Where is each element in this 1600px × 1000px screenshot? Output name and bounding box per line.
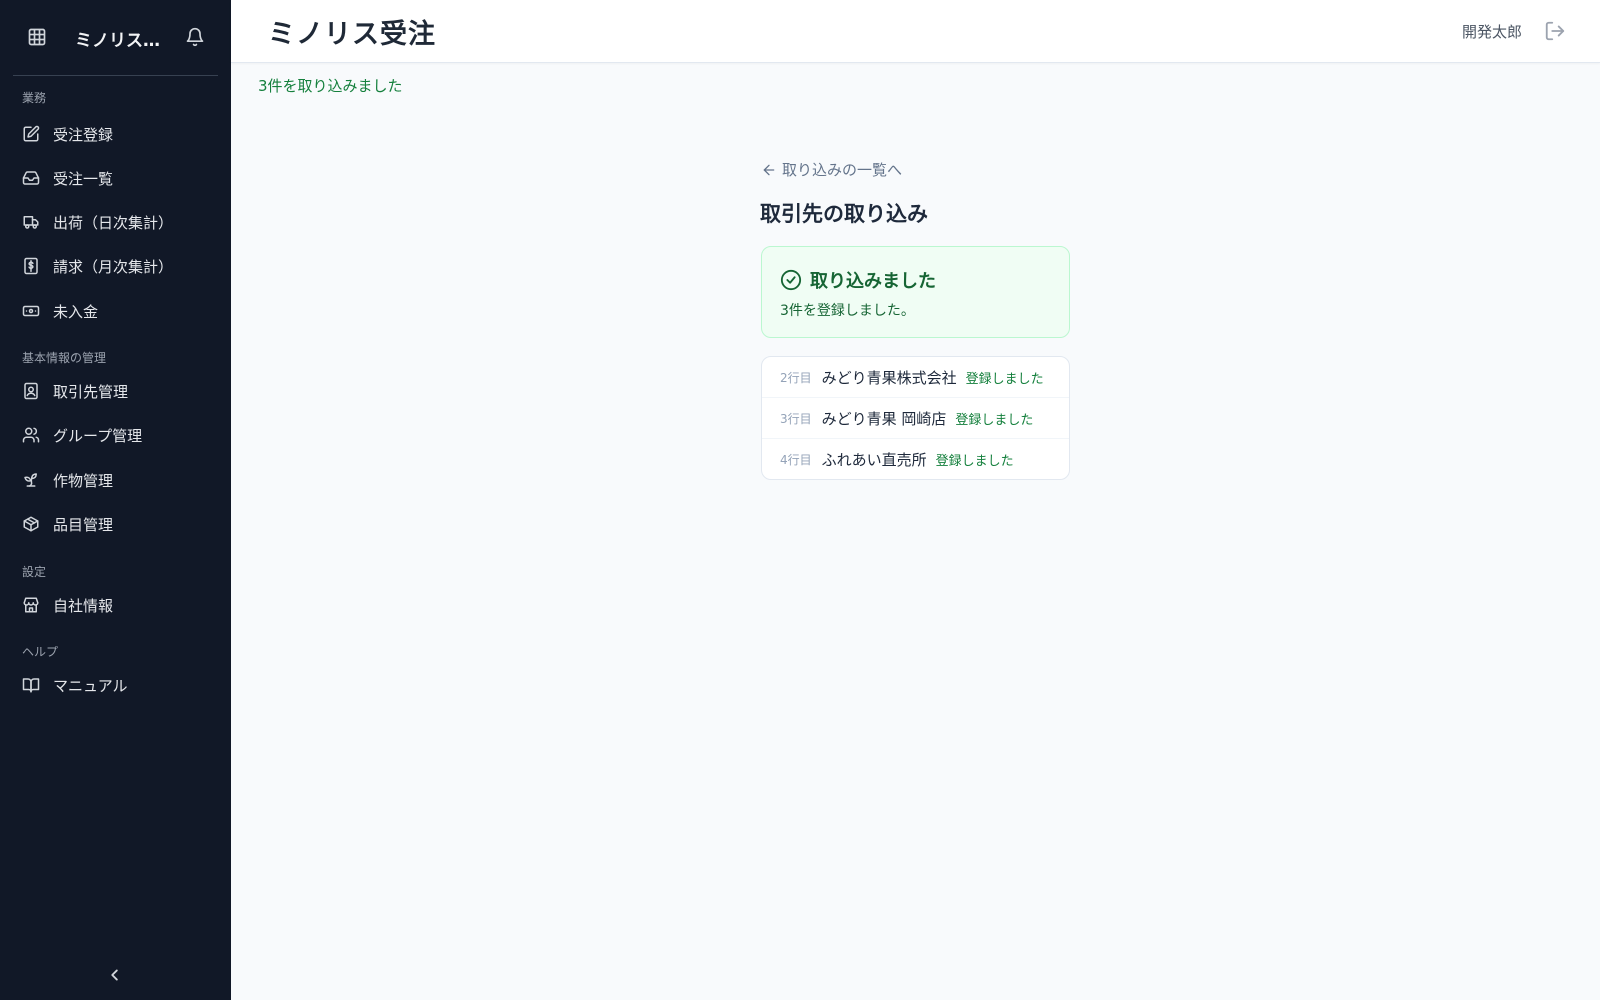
back-link[interactable]: 取り込みの一覧へ bbox=[761, 159, 902, 180]
book-icon bbox=[22, 678, 40, 693]
success-alert: 取り込みました 3件を登録しました。 bbox=[761, 246, 1070, 338]
sidebar-item-label: グループ管理 bbox=[53, 426, 143, 445]
section-label-settings: 設定 bbox=[22, 565, 47, 579]
sidebar-item-label: マニュアル bbox=[53, 676, 128, 695]
contact-icon bbox=[24, 382, 38, 400]
page-title: 取引先の取り込み bbox=[760, 202, 928, 226]
row-number: 3行目 bbox=[780, 411, 812, 426]
sidebar-item-order-list[interactable]: 受注一覧 bbox=[12, 159, 219, 197]
section-label-master: 基本情報の管理 bbox=[22, 351, 107, 365]
check-circle-icon bbox=[780, 269, 802, 291]
arrow-left-icon bbox=[763, 164, 775, 175]
bell-icon[interactable] bbox=[185, 27, 205, 47]
sidebar-item-label: 受注登録 bbox=[53, 125, 114, 144]
sidebar-item-groups[interactable]: グループ管理 bbox=[12, 416, 219, 454]
sidebar-item-label: 自社情報 bbox=[53, 596, 114, 615]
section-label-business: 業務 bbox=[22, 91, 47, 105]
list-item: 2行目 みどり青果株式会社 登録しました bbox=[762, 357, 1069, 398]
sidebar-item-shipping[interactable]: 出荷（日次集計） bbox=[12, 203, 219, 241]
list-item: 4行目 ふれあい直売所 登録しました bbox=[762, 439, 1069, 479]
back-link-label: 取り込みの一覧へ bbox=[782, 161, 903, 179]
section-label-help: ヘルプ bbox=[22, 645, 59, 659]
sidebar-item-billing[interactable]: 請求（月次集計） bbox=[12, 247, 219, 285]
collapse-sidebar-icon[interactable] bbox=[104, 964, 126, 986]
sidebar-item-unpaid[interactable]: 未入金 bbox=[12, 292, 219, 330]
edit-icon bbox=[23, 125, 40, 142]
sidebar-item-products[interactable]: 品目管理 bbox=[12, 505, 219, 543]
sidebar-item-label: 取引先管理 bbox=[53, 382, 129, 401]
row-number: 2行目 bbox=[780, 370, 812, 385]
list-item: 3行目 みどり青果 岡崎店 登録しました bbox=[762, 398, 1069, 439]
top-header: ミノリス受注 開発太郎 bbox=[231, 0, 1600, 63]
success-alert-message: 3件を登録しました。 bbox=[780, 303, 915, 319]
app-title: ミノリス受注 bbox=[268, 19, 436, 50]
status-text: 登録しました bbox=[965, 371, 1044, 387]
sidebar-item-label: 品目管理 bbox=[53, 515, 114, 534]
logout-icon[interactable] bbox=[1544, 20, 1566, 42]
client-name: みどり青果株式会社 bbox=[821, 368, 957, 387]
sidebar: ミノリス… 業務 受注登録 受注一覧 出荷（日次集計） 請求（月次集計） 未入金… bbox=[0, 0, 231, 1000]
sidebar-item-label: 作物管理 bbox=[53, 471, 114, 490]
sidebar-item-label: 受注一覧 bbox=[53, 169, 114, 188]
status-text: 登録しました bbox=[955, 412, 1034, 428]
sidebar-item-clients[interactable]: 取引先管理 bbox=[12, 372, 219, 410]
banknote-icon bbox=[22, 305, 40, 317]
import-result-list: 2行目 みどり青果株式会社 登録しました 3行目 みどり青果 岡崎店 登録しまし… bbox=[761, 356, 1070, 480]
status-text: 登録しました bbox=[935, 454, 1014, 469]
grid-icon[interactable] bbox=[27, 27, 47, 47]
package-icon bbox=[23, 516, 39, 532]
sidebar-item-label: 出荷（日次集計） bbox=[53, 213, 174, 232]
success-alert-header: 取り込みました bbox=[780, 267, 936, 293]
sidebar-item-label: 請求（月次集計） bbox=[53, 257, 174, 276]
sidebar-app-title: ミノリス… bbox=[75, 31, 160, 51]
sprout-icon bbox=[24, 473, 37, 487]
success-alert-title: 取り込みました bbox=[810, 271, 936, 292]
sidebar-item-manual[interactable]: マニュアル bbox=[12, 666, 219, 704]
sidebar-item-company-info[interactable]: 自社情報 bbox=[12, 586, 219, 624]
client-name: ふれあい直売所 bbox=[821, 451, 927, 469]
sidebar-item-crops[interactable]: 作物管理 bbox=[12, 461, 219, 499]
users-icon bbox=[22, 427, 40, 443]
store-icon bbox=[23, 597, 39, 613]
client-name: みどり青果 岡崎店 bbox=[821, 409, 947, 428]
sidebar-item-label: 未入金 bbox=[53, 302, 99, 321]
user-name: 開発太郎 bbox=[1462, 23, 1523, 41]
inbox-icon bbox=[22, 171, 40, 185]
row-number: 4行目 bbox=[780, 453, 812, 467]
flash-message: 3件を取り込みました bbox=[258, 77, 403, 95]
sidebar-header: ミノリス… bbox=[13, 0, 218, 76]
invoice-icon bbox=[24, 257, 38, 275]
sidebar-item-order-entry[interactable]: 受注登録 bbox=[12, 115, 219, 153]
truck-icon bbox=[23, 216, 39, 229]
